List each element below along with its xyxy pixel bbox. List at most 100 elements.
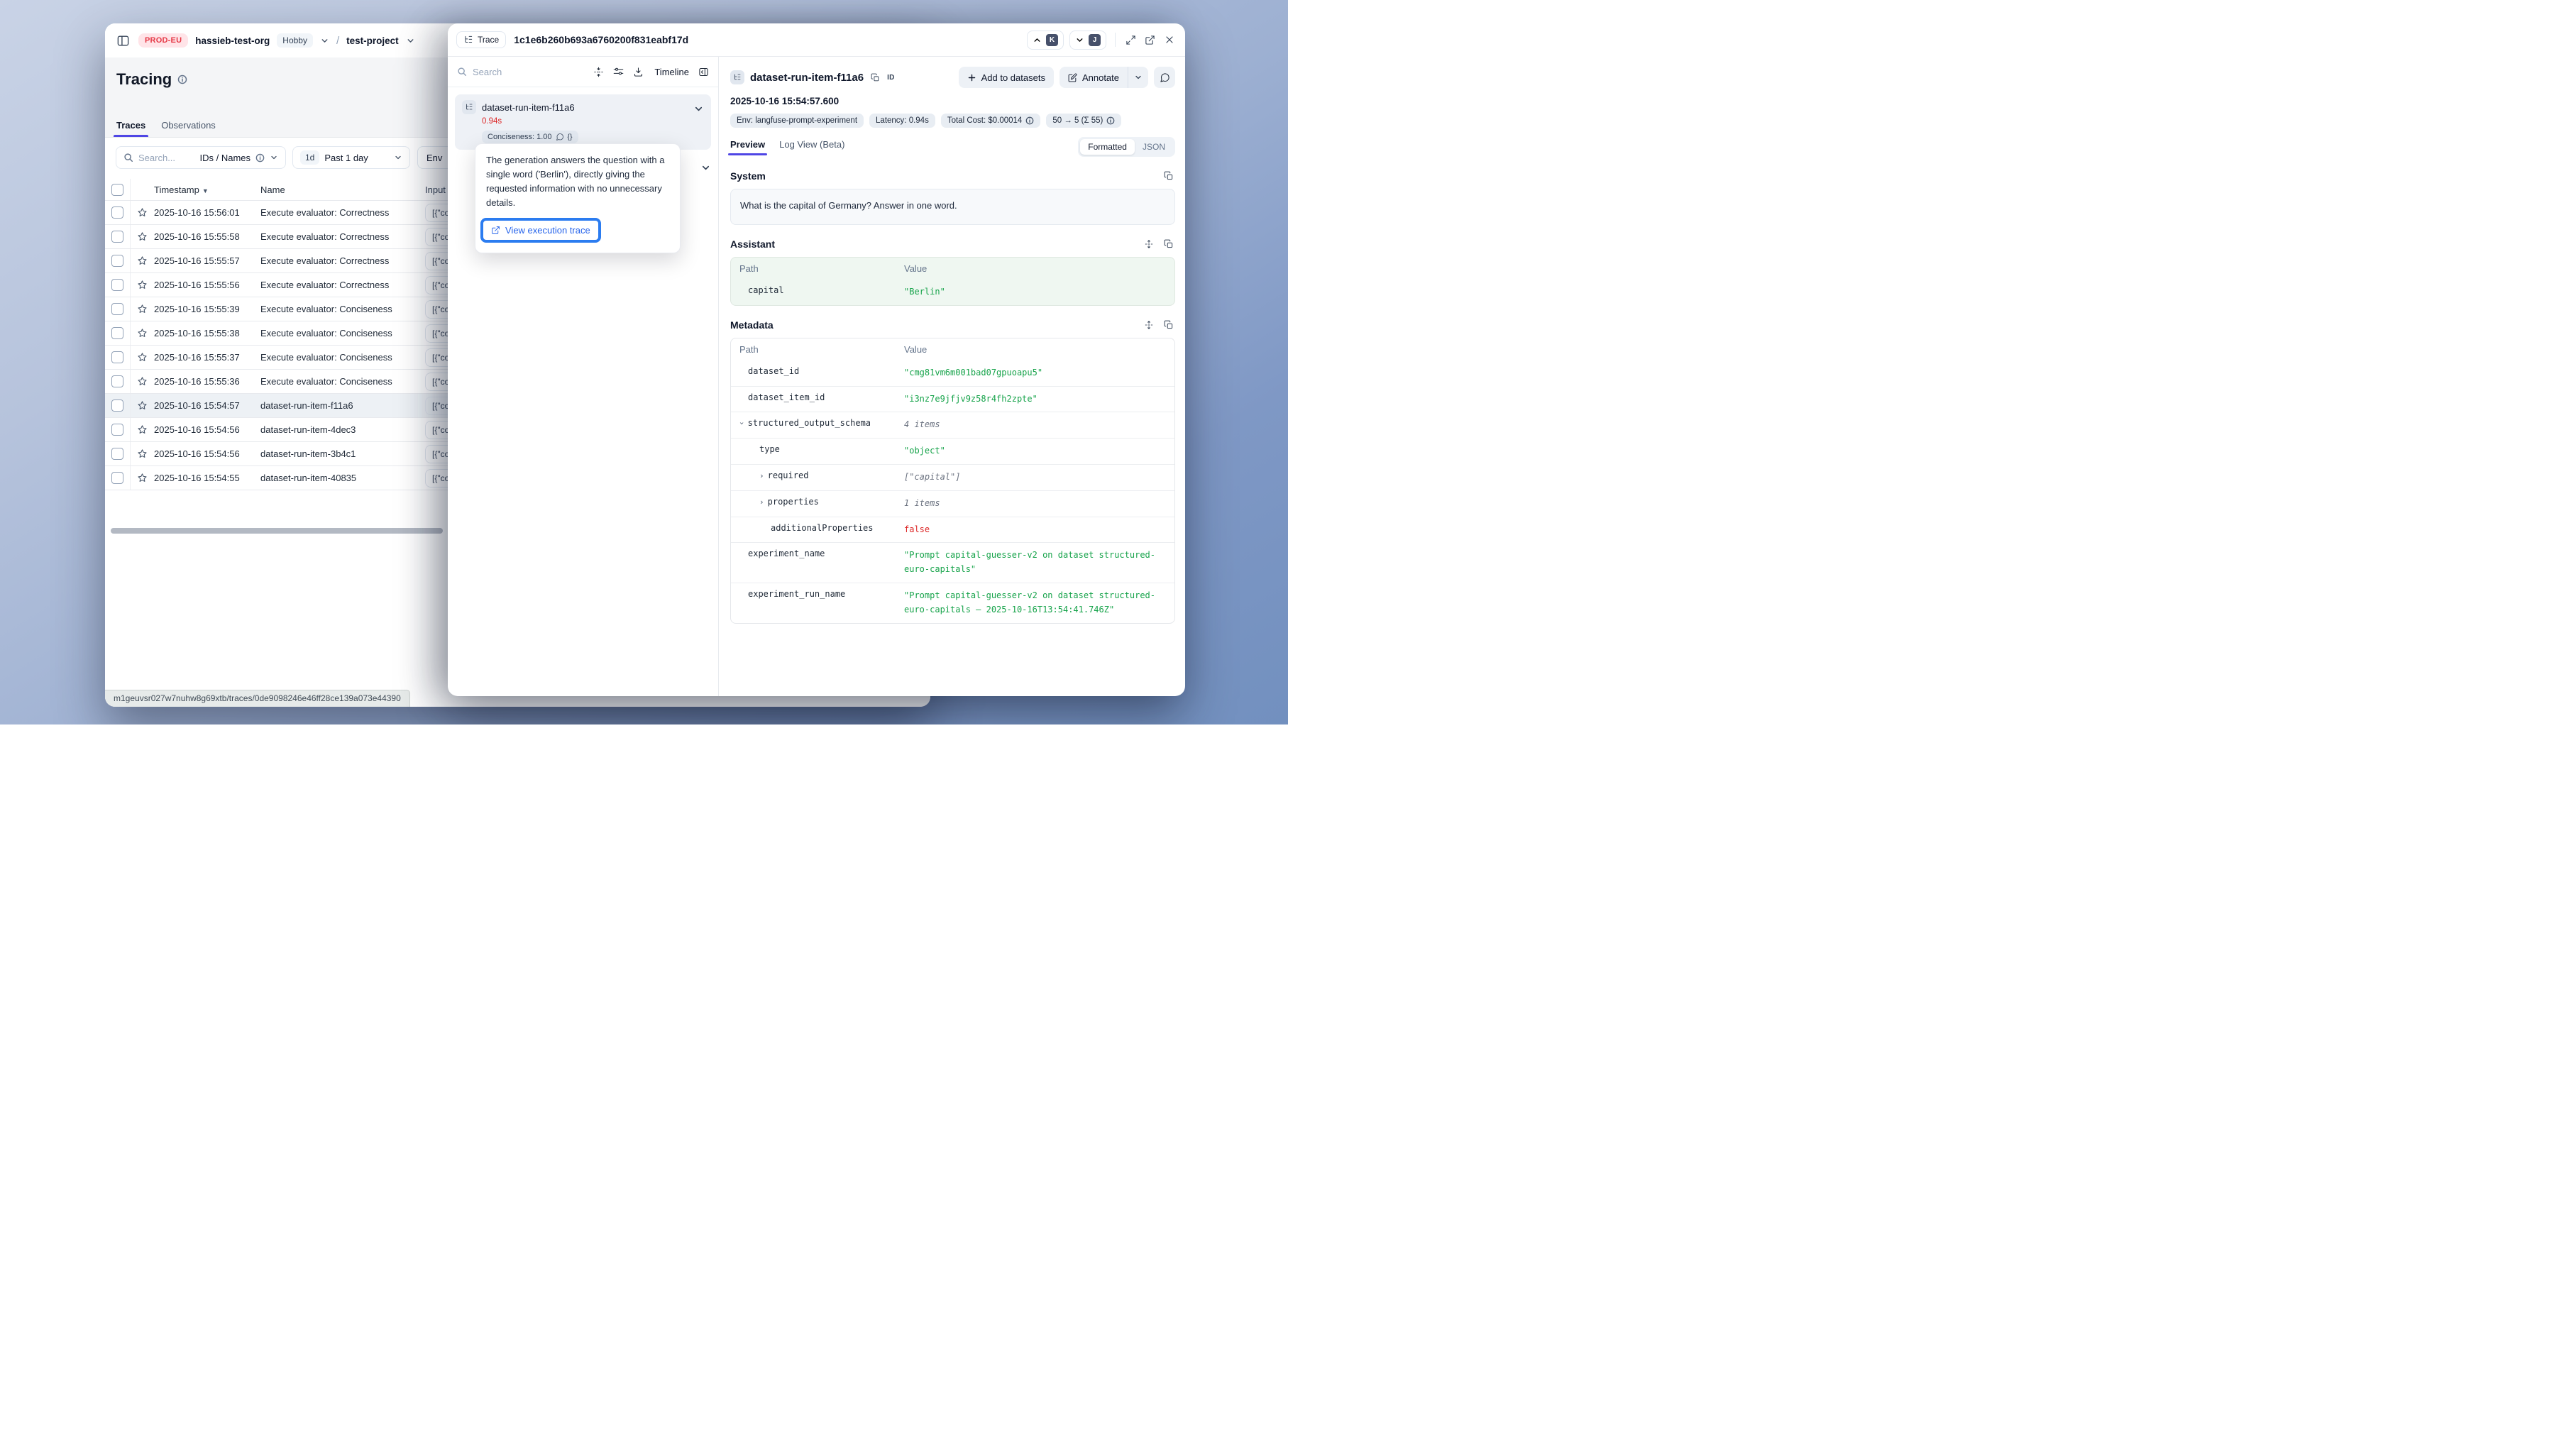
metric-badge: Latency: 0.94s bbox=[869, 114, 935, 128]
expand-rows-icon[interactable] bbox=[1143, 319, 1155, 331]
row-timestamp: 2025-10-16 15:55:57 bbox=[154, 255, 260, 266]
time-range-filter[interactable]: 1d Past 1 day bbox=[292, 146, 410, 169]
tree-search-input[interactable]: Search bbox=[457, 67, 584, 77]
metadata-row[interactable]: › required ["capital"] bbox=[731, 464, 1174, 490]
metadata-row[interactable]: dataset_id "cmg81vm6m001bad07gpuoapu5" bbox=[731, 360, 1174, 386]
expand-fullscreen-icon[interactable] bbox=[1124, 33, 1138, 47]
expand-rows-icon[interactable] bbox=[1143, 238, 1155, 250]
column-header-input[interactable]: Input bbox=[425, 184, 446, 195]
settings-sliders-icon[interactable] bbox=[613, 67, 624, 77]
column-header-timestamp[interactable]: Timestamp▼ bbox=[154, 184, 260, 195]
copy-icon[interactable] bbox=[1162, 319, 1175, 331]
row-checkbox[interactable] bbox=[105, 424, 130, 436]
metadata-row[interactable]: dataset_item_id "i3nz7e9jfjv9z58r4fh2zpt… bbox=[731, 386, 1174, 412]
select-all-checkbox[interactable] bbox=[105, 184, 130, 196]
scope-info-icon[interactable] bbox=[255, 153, 265, 162]
info-icon[interactable] bbox=[177, 75, 187, 84]
time-range-label: Past 1 day bbox=[324, 153, 389, 163]
row-checkbox[interactable] bbox=[105, 448, 130, 460]
annotate-button[interactable]: Annotate bbox=[1059, 67, 1128, 88]
bookmark-star-icon[interactable] bbox=[130, 400, 154, 411]
format-formatted-option[interactable]: Formatted bbox=[1080, 139, 1135, 155]
row-checkbox[interactable] bbox=[105, 375, 130, 387]
collapse-all-icon[interactable] bbox=[593, 67, 604, 77]
chevron-down-icon[interactable] bbox=[693, 104, 704, 114]
row-checkbox[interactable] bbox=[105, 231, 130, 243]
column-header-name[interactable]: Name bbox=[260, 184, 425, 195]
row-checkbox[interactable] bbox=[105, 255, 130, 267]
metadata-row[interactable]: experiment_run_name "Prompt capital-gues… bbox=[731, 583, 1174, 623]
row-checkbox[interactable] bbox=[105, 279, 130, 291]
timeline-toggle[interactable]: Timeline bbox=[654, 67, 689, 77]
bookmark-star-icon[interactable] bbox=[130, 473, 154, 483]
score-json-braces: {} bbox=[568, 133, 573, 141]
search-input[interactable]: Search... IDs / Names bbox=[116, 146, 286, 169]
metadata-row[interactable]: experiment_name "Prompt capital-guesser-… bbox=[731, 542, 1174, 583]
sidebar-toggle-icon[interactable] bbox=[115, 33, 131, 49]
row-checkbox[interactable] bbox=[105, 327, 130, 339]
chevron-down-icon[interactable] bbox=[700, 162, 711, 173]
bookmark-star-icon[interactable] bbox=[130, 304, 154, 314]
row-checkbox[interactable] bbox=[105, 400, 130, 412]
assistant-row[interactable]: capital "Berlin" bbox=[731, 280, 1174, 305]
detail-badges: Env: langfuse-prompt-experiment Latency:… bbox=[730, 114, 1175, 128]
tab-preview[interactable]: Preview bbox=[730, 139, 765, 155]
copy-icon[interactable] bbox=[869, 72, 881, 84]
chevron-right-icon: › bbox=[759, 497, 764, 507]
metadata-row[interactable]: › properties 1 items bbox=[731, 490, 1174, 517]
score-badge[interactable]: Conciseness: 1.00 {} bbox=[482, 131, 578, 143]
metadata-section-header: Metadata bbox=[730, 319, 1175, 331]
trace-type-badge: Trace bbox=[456, 31, 506, 48]
collapse-panel-icon[interactable] bbox=[698, 67, 709, 77]
project-name[interactable]: test-project bbox=[346, 35, 399, 46]
tab-traces[interactable]: Traces bbox=[116, 120, 145, 137]
scope-chevron-icon[interactable] bbox=[270, 153, 278, 162]
horizontal-scrollbar[interactable] bbox=[111, 528, 443, 534]
row-checkbox[interactable] bbox=[105, 206, 130, 219]
bookmark-star-icon[interactable] bbox=[130, 424, 154, 435]
bookmark-star-icon[interactable] bbox=[130, 207, 154, 218]
row-name: dataset-run-item-3b4c1 bbox=[260, 448, 425, 459]
nav-previous-button[interactable]: K bbox=[1027, 31, 1064, 50]
bookmark-star-icon[interactable] bbox=[130, 280, 154, 290]
download-icon[interactable] bbox=[633, 67, 644, 77]
close-icon[interactable] bbox=[1162, 33, 1177, 47]
search-scope-label: IDs / Names bbox=[199, 153, 251, 163]
row-name: Execute evaluator: Correctness bbox=[260, 207, 425, 218]
copy-icon[interactable] bbox=[1162, 238, 1175, 250]
metadata-row[interactable]: type "object" bbox=[731, 438, 1174, 464]
row-checkbox[interactable] bbox=[105, 351, 130, 363]
bookmark-star-icon[interactable] bbox=[130, 255, 154, 266]
chevron-right-icon: › bbox=[759, 471, 764, 480]
project-switcher-chevron-icon[interactable] bbox=[406, 36, 415, 45]
bookmark-star-icon[interactable] bbox=[130, 448, 154, 459]
page-tabs: Traces Observations bbox=[116, 120, 216, 137]
add-to-datasets-button[interactable]: Add to datasets bbox=[959, 67, 1054, 88]
view-execution-trace-link[interactable]: View execution trace bbox=[483, 221, 598, 240]
tree-item-root[interactable]: dataset-run-item-f11a6 0.94s Conciseness… bbox=[455, 94, 711, 150]
row-checkbox[interactable] bbox=[105, 472, 130, 484]
format-json-option[interactable]: JSON bbox=[1135, 139, 1173, 155]
bookmark-star-icon[interactable] bbox=[130, 328, 154, 338]
row-timestamp: 2025-10-16 15:55:56 bbox=[154, 280, 260, 290]
assistant-table-header: Path Value bbox=[731, 258, 1174, 280]
annotate-dropdown-chevron-icon[interactable] bbox=[1128, 67, 1148, 88]
open-external-icon[interactable] bbox=[1143, 33, 1157, 47]
system-message-box: What is the capital of Germany? Answer i… bbox=[730, 189, 1175, 225]
org-switcher-chevron-icon[interactable] bbox=[320, 36, 329, 45]
tab-log-view[interactable]: Log View (Beta) bbox=[779, 139, 844, 155]
metadata-row[interactable]: additionalProperties false bbox=[731, 517, 1174, 543]
nav-next-button[interactable]: J bbox=[1069, 31, 1106, 50]
bookmark-star-icon[interactable] bbox=[130, 231, 154, 242]
row-checkbox[interactable] bbox=[105, 303, 130, 315]
copy-icon[interactable] bbox=[1162, 170, 1175, 182]
bookmark-star-icon[interactable] bbox=[130, 352, 154, 363]
metadata-table-header: Path Value bbox=[731, 338, 1174, 360]
plus-icon bbox=[967, 73, 976, 82]
tab-observations[interactable]: Observations bbox=[161, 120, 216, 137]
org-name[interactable]: hassieb-test-org bbox=[195, 35, 270, 46]
comments-button[interactable] bbox=[1154, 67, 1175, 88]
metric-badge: Env: langfuse-prompt-experiment bbox=[730, 114, 864, 128]
metadata-row[interactable]: › structured_output_schema 4 items bbox=[731, 412, 1174, 438]
bookmark-star-icon[interactable] bbox=[130, 376, 154, 387]
